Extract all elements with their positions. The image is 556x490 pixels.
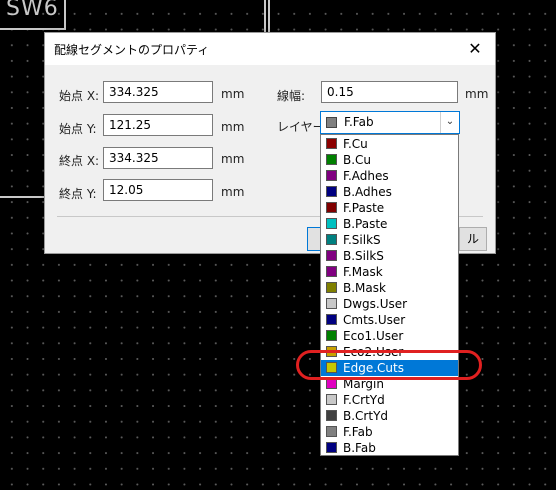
layer-option-label: F.Paste: [343, 201, 385, 215]
layer-option[interactable]: F.SilkS: [321, 232, 458, 248]
end-x-label: 終点 X:: [59, 154, 100, 168]
end-x-field[interactable]: 334.325: [103, 147, 213, 169]
width-unit: mm: [465, 87, 489, 101]
layer-option-label: Dwgs.User: [343, 297, 408, 311]
close-icon[interactable]: ✕: [455, 33, 495, 65]
end-y-label: 終点 Y:: [59, 187, 97, 201]
layer-option-label: B.Paste: [343, 217, 388, 231]
layer-option[interactable]: B.Adhes: [321, 184, 458, 200]
layer-color-swatch: [326, 298, 337, 309]
layer-option[interactable]: B.Cu: [321, 152, 458, 168]
end-y-unit: mm: [221, 185, 245, 199]
layer-color-swatch: [326, 186, 337, 197]
layer-option[interactable]: F.Paste: [321, 200, 458, 216]
silkscreen-text: SW6: [6, 0, 59, 21]
start-y-unit: mm: [221, 120, 245, 134]
layer-option-label: F.Cu: [343, 137, 368, 151]
layer-option[interactable]: B.CrtYd: [321, 408, 458, 424]
layer-color-swatch: [326, 266, 337, 277]
layer-option-label: B.Adhes: [343, 185, 392, 199]
layer-option[interactable]: B.Fab: [321, 440, 458, 455]
cancel-button[interactable]: ル: [459, 227, 487, 251]
layer-select-value: F.Fab: [344, 115, 374, 129]
layer-color-swatch: [326, 282, 337, 293]
start-y-field[interactable]: 121.25: [103, 114, 213, 136]
end-x-unit: mm: [221, 152, 245, 166]
layer-color-swatch: [326, 170, 337, 181]
layer-option[interactable]: Eco1.User: [321, 328, 458, 344]
layer-option[interactable]: F.Fab: [321, 424, 458, 440]
layer-option-label: F.Fab: [343, 425, 373, 439]
layer-color-swatch: [326, 426, 337, 437]
layer-option-label: F.Adhes: [343, 169, 389, 183]
layer-color-swatch: [326, 330, 337, 341]
layer-option[interactable]: F.Cu: [321, 136, 458, 152]
layer-color-swatch: [326, 234, 337, 245]
start-y-label: 始点 Y:: [59, 122, 97, 136]
layer-select[interactable]: F.Fab ⌄: [320, 111, 460, 134]
start-x-label: 始点 X:: [59, 89, 100, 103]
cancel-button-label: ル: [466, 232, 479, 246]
layer-option[interactable]: B.Paste: [321, 216, 458, 232]
start-x-unit: mm: [221, 87, 245, 101]
dialog-titlebar[interactable]: 配線セグメントのプロパティ ✕: [45, 33, 495, 65]
layer-dropdown-list: F.Cu B.Cu F.Adhes B.Adhes F.Paste B.Paste F.Si…: [320, 134, 459, 456]
chevron-down-icon[interactable]: ⌄: [440, 112, 459, 133]
layer-option[interactable]: B.Mask: [321, 280, 458, 296]
layer-option[interactable]: Cmts.User: [321, 312, 458, 328]
layer-color-swatch: [326, 202, 337, 213]
layer-option[interactable]: F.CrtYd: [321, 392, 458, 408]
layer-color-swatch: [326, 218, 337, 229]
start-x-field[interactable]: 334.325: [103, 81, 213, 103]
layer-color-swatch: [326, 394, 337, 405]
layer-color-swatch: [326, 154, 337, 165]
layer-option[interactable]: F.Mask: [321, 264, 458, 280]
layer-option[interactable]: B.SilkS: [321, 248, 458, 264]
layer-color-swatch: [326, 410, 337, 421]
layer-option-label: B.Cu: [343, 153, 372, 167]
silkscreen-outline-left: [0, 196, 44, 198]
layer-option[interactable]: Dwgs.User: [321, 296, 458, 312]
layer-option-label: B.Mask: [343, 281, 386, 295]
silkscreen-outline-mid: [264, 0, 270, 34]
layer-option-label: B.CrtYd: [343, 409, 389, 423]
layer-option[interactable]: F.Adhes: [321, 168, 458, 184]
layer-option-label: Eco1.User: [343, 329, 404, 343]
layer-option-label: F.SilkS: [343, 233, 381, 247]
layer-select-swatch: [326, 117, 337, 128]
width-label: 線幅:: [277, 89, 306, 103]
layer-option-label: F.Mask: [343, 265, 383, 279]
layer-color-swatch: [326, 314, 337, 325]
layer-color-swatch: [326, 250, 337, 261]
layer-option-label: B.SilkS: [343, 249, 384, 263]
end-y-field[interactable]: 12.05: [103, 179, 213, 201]
layer-color-swatch: [326, 138, 337, 149]
layer-color-swatch: [326, 442, 337, 453]
layer-option-label: F.CrtYd: [343, 393, 385, 407]
layer-option-label: Cmts.User: [343, 313, 406, 327]
layer-option-label: B.Fab: [343, 441, 376, 455]
dialog-title: 配線セグメントのプロパティ: [54, 43, 210, 57]
width-field[interactable]: 0.15: [321, 81, 458, 103]
annotation-highlight-ring: [296, 350, 482, 380]
